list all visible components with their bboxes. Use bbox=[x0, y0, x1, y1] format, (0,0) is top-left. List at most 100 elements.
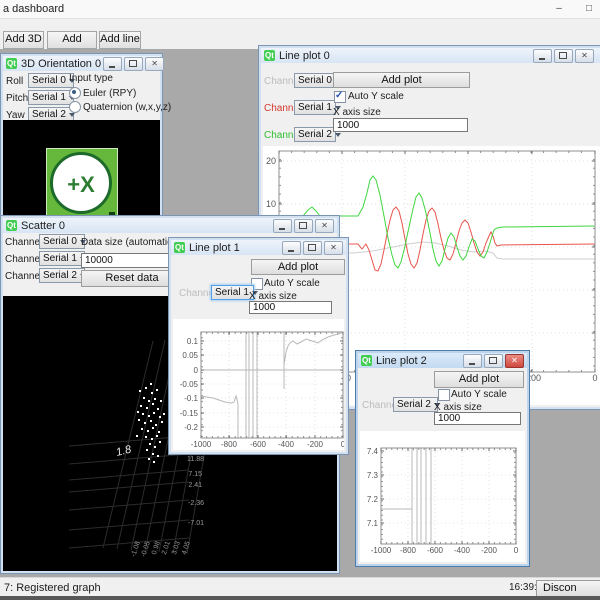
app-minimize-button[interactable]: – bbox=[548, 1, 570, 16]
svg-text:4.05: 4.05 bbox=[181, 540, 192, 555]
svg-text:-400: -400 bbox=[278, 440, 295, 449]
combo-value: Serial 0 bbox=[298, 75, 332, 86]
maximize-button[interactable] bbox=[294, 218, 313, 233]
maximize-button[interactable] bbox=[303, 240, 322, 255]
svg-text:-7.01: -7.01 bbox=[188, 520, 204, 527]
channel0-serial-combo[interactable]: Serial 0 bbox=[294, 73, 341, 88]
add-plot-button[interactable]: Add plot bbox=[251, 259, 345, 275]
roll-label: Roll bbox=[6, 76, 24, 87]
input-type-label: Input type bbox=[69, 73, 113, 84]
channel0-serial-combo[interactable]: Serial 2 bbox=[393, 397, 440, 412]
euler-radio-label: Euler (RPY) bbox=[83, 88, 137, 99]
minimize-button[interactable] bbox=[282, 240, 301, 255]
svg-text:20: 20 bbox=[266, 156, 276, 166]
euler-radio[interactable] bbox=[69, 87, 81, 99]
svg-text:-0.05: -0.05 bbox=[180, 380, 199, 389]
x-axis-size-input[interactable] bbox=[434, 412, 521, 425]
serial-data-dashboard-app: a dashboard – □ Add 3D Add scatter Add l… bbox=[0, 0, 600, 600]
channel0-serial-combo[interactable]: Serial 0 bbox=[39, 234, 86, 249]
add-line-button[interactable]: Add line bbox=[99, 31, 141, 49]
auto-y-checkbox[interactable] bbox=[438, 389, 450, 401]
window-title: 3D Orientation 0 bbox=[21, 57, 102, 70]
svg-text:-600: -600 bbox=[250, 440, 267, 449]
qt-icon: Qt bbox=[264, 50, 275, 61]
channel0-serial-combo[interactable]: Serial 1 bbox=[211, 285, 258, 300]
combo-value: Serial 1 bbox=[215, 287, 249, 298]
quaternion-radio-label: Quaternion (w,x,y,z) bbox=[83, 102, 172, 113]
line-plot-1-canvas[interactable]: -1000 -800 -600 -400 -200 0 0.1 0.05 0 -0.05 -0.1 -… bbox=[173, 319, 346, 450]
svg-text:0: 0 bbox=[514, 546, 519, 555]
svg-text:0: 0 bbox=[592, 373, 597, 383]
channel1-serial-combo[interactable]: Serial 1 bbox=[294, 100, 341, 115]
window-3d-orientation-0: Qt 3D Orientation 0 Roll Serial 0 Pitch … bbox=[0, 53, 171, 225]
roll-serial-combo[interactable]: Serial 0 bbox=[28, 73, 75, 88]
qt-icon: Qt bbox=[174, 242, 185, 253]
titlebar[interactable]: Qt Scatter 0 bbox=[3, 218, 337, 233]
x-axis-size-input[interactable] bbox=[249, 301, 332, 314]
chevron-down-icon bbox=[334, 132, 341, 137]
svg-text:0.1: 0.1 bbox=[187, 337, 199, 346]
maximize-button[interactable] bbox=[554, 48, 573, 63]
channel2-serial-combo[interactable]: Serial 2 bbox=[294, 127, 341, 142]
line-plot-2-canvas[interactable]: -1000 -800 -600 -400 -200 0 7.4 7.3 7.2 7.1 bbox=[360, 431, 525, 562]
app-maximize-button[interactable]: □ bbox=[578, 1, 600, 16]
svg-text:0.05: 0.05 bbox=[182, 351, 198, 360]
cube-face-label: +X bbox=[67, 172, 95, 197]
auto-y-label: Auto Y scale bbox=[348, 91, 404, 102]
window-line-plot-1: Qt Line plot 1 Add plot Auto Y scale Cha… bbox=[168, 237, 349, 455]
close-button[interactable] bbox=[324, 240, 343, 255]
svg-text:-0.2: -0.2 bbox=[184, 423, 198, 432]
combo-value: Serial 1 bbox=[32, 92, 66, 103]
auto-y-label: Auto Y scale bbox=[264, 278, 320, 289]
close-button[interactable] bbox=[575, 48, 594, 63]
svg-text:10: 10 bbox=[266, 199, 276, 209]
maximize-button[interactable] bbox=[484, 353, 503, 368]
app-titlebar[interactable]: a dashboard – □ bbox=[0, 0, 600, 19]
disconnect-button[interactable]: Discon bbox=[536, 580, 600, 597]
add-scatter-button[interactable]: Add scatter bbox=[47, 31, 97, 60]
add-plot-button[interactable]: Add plot bbox=[333, 72, 470, 88]
close-button[interactable] bbox=[315, 218, 334, 233]
channel2-serial-combo[interactable]: Serial 2 bbox=[39, 268, 86, 283]
chevron-down-icon bbox=[68, 112, 75, 117]
svg-text:0: 0 bbox=[194, 366, 199, 375]
status-message: 7: Registered graph bbox=[4, 582, 101, 594]
svg-text:7.1: 7.1 bbox=[367, 519, 379, 528]
quaternion-radio[interactable] bbox=[69, 101, 81, 113]
statusbar: 7: Registered graph 16:39:03 Discon bbox=[0, 577, 600, 597]
minimize-button[interactable] bbox=[463, 353, 482, 368]
qt-icon: Qt bbox=[6, 58, 17, 69]
svg-text:-1000: -1000 bbox=[371, 546, 392, 555]
svg-text:7.2: 7.2 bbox=[367, 495, 379, 504]
orientation-3d-view[interactable]: +X bbox=[3, 120, 160, 222]
svg-text:7.3: 7.3 bbox=[367, 471, 379, 480]
close-button[interactable] bbox=[145, 56, 165, 71]
window-title: Line plot 2 bbox=[376, 354, 427, 367]
add-plot-button[interactable]: Add plot bbox=[434, 371, 524, 388]
auto-y-checkbox[interactable] bbox=[334, 90, 346, 103]
qt-icon: Qt bbox=[6, 220, 17, 231]
channel1-serial-combo[interactable]: Serial 1 bbox=[39, 251, 86, 266]
titlebar[interactable]: Qt Line plot 1 bbox=[171, 240, 346, 255]
combo-value: Serial 2 bbox=[32, 109, 66, 120]
titlebar[interactable]: Qt 3D Orientation 0 bbox=[3, 56, 165, 71]
svg-text:-0.15: -0.15 bbox=[180, 409, 199, 418]
window-line-plot-2: Qt Line plot 2 Add plot Auto Y scale Cha… bbox=[355, 350, 530, 567]
svg-text:-600: -600 bbox=[427, 546, 444, 555]
auto-y-label: Auto Y scale bbox=[451, 389, 507, 400]
window-title: Scatter 0 bbox=[21, 219, 66, 232]
minimize-button[interactable] bbox=[273, 218, 292, 233]
x-axis-size-input[interactable] bbox=[333, 118, 468, 132]
minimize-button[interactable] bbox=[103, 56, 123, 71]
titlebar[interactable]: Qt Line plot 2 bbox=[358, 353, 527, 368]
titlebar[interactable]: Qt Line plot 0 bbox=[261, 48, 600, 63]
combo-value: Serial 2 bbox=[298, 129, 332, 140]
maximize-button[interactable] bbox=[124, 56, 144, 71]
pitch-serial-combo[interactable]: Serial 1 bbox=[28, 90, 75, 105]
combo-value: Serial 2 bbox=[43, 270, 77, 281]
svg-text:7.4: 7.4 bbox=[367, 447, 379, 456]
minimize-button[interactable] bbox=[533, 48, 552, 63]
add-3d-button[interactable]: Add 3D bbox=[3, 31, 44, 49]
x-axis-size-label: X axis size bbox=[333, 107, 381, 118]
close-button[interactable] bbox=[505, 353, 524, 368]
